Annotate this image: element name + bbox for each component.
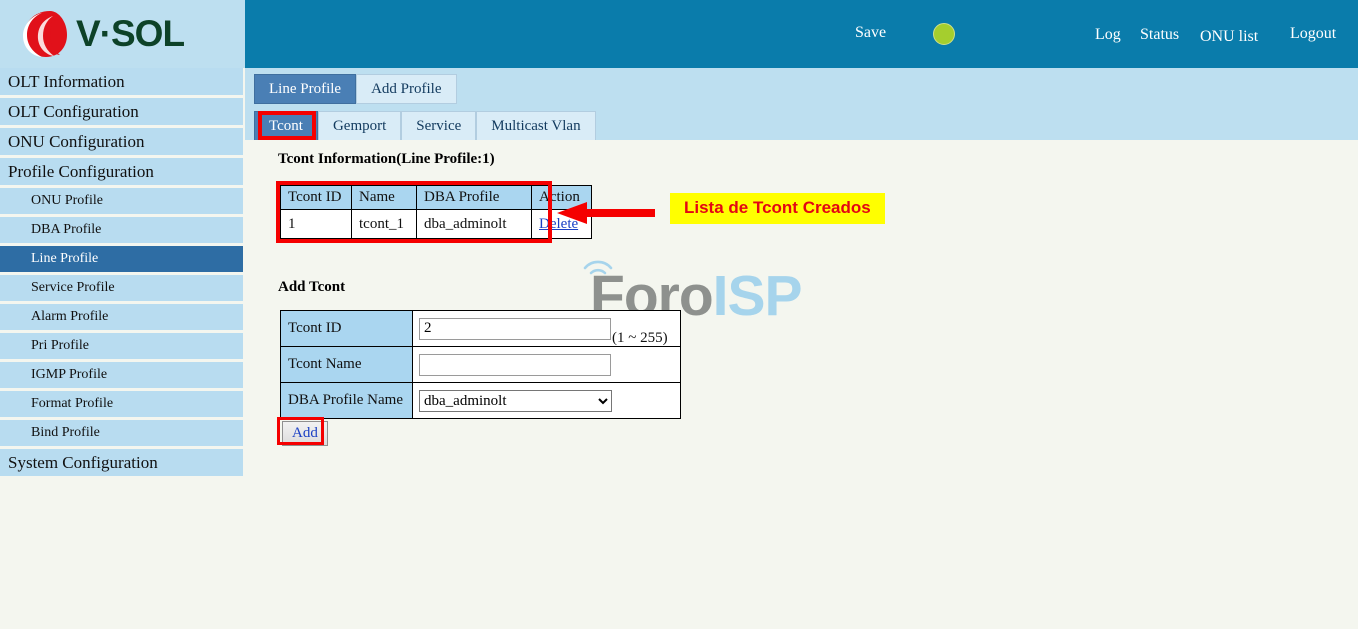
table-row: 1 tcont_1 dba_adminolt Delete: [280, 209, 592, 239]
cell-tcont-id: 1: [280, 209, 352, 239]
annotation-label: Lista de Tcont Creados: [670, 193, 885, 224]
sidebar-item-olt-configuration[interactable]: OLT Configuration: [0, 98, 243, 125]
top-navigation-bar: Save Log Status ONU list Logout: [245, 0, 1358, 68]
sidebar-item-olt-information[interactable]: OLT Information: [0, 68, 243, 95]
secondary-tabs: Tcont Gemport Service Multicast Vlan: [254, 111, 596, 141]
sidebar-item-alarm-profile[interactable]: Alarm Profile: [0, 304, 243, 330]
form-row-dba-profile: DBA Profile Name dba_adminolt: [280, 382, 681, 419]
col-dba-profile: DBA Profile: [416, 185, 532, 210]
logout-link[interactable]: Logout: [1290, 25, 1336, 43]
col-tcont-id: Tcont ID: [280, 185, 352, 210]
sidebar-item-igmp-profile[interactable]: IGMP Profile: [0, 362, 243, 388]
main-content: Tcont Information(Line Profile:1) Tcont …: [245, 140, 1358, 629]
application-window: V·SOL Save Log Status ONU list Logout OL…: [0, 0, 1358, 629]
label-tcont-name: Tcont Name: [280, 346, 413, 383]
sidebar-item-line-profile[interactable]: Line Profile: [0, 246, 243, 272]
form-row-tcont-name: Tcont Name: [280, 346, 681, 383]
save-link[interactable]: Save: [855, 24, 886, 42]
cell-name: tcont_1: [351, 209, 417, 239]
sidebar-item-dba-profile[interactable]: DBA Profile: [0, 217, 243, 243]
sidebar-item-service-profile[interactable]: Service Profile: [0, 275, 243, 301]
field-dba-profile-cell: dba_adminolt: [412, 382, 681, 419]
dba-profile-select[interactable]: dba_adminolt: [419, 389, 612, 412]
tab-service[interactable]: Service: [401, 111, 477, 141]
tab-line-profile[interactable]: Line Profile: [254, 74, 357, 104]
status-link[interactable]: Status: [1140, 26, 1179, 44]
tab-tcont[interactable]: Tcont: [254, 111, 318, 141]
sidebar-item-format-profile[interactable]: Format Profile: [0, 391, 243, 417]
logo-bar: V·SOL: [0, 0, 245, 68]
col-name: Name: [351, 185, 417, 210]
sidebar-item-bind-profile[interactable]: Bind Profile: [0, 420, 243, 446]
sidebar-navigation: OLT Information OLT Configuration ONU Conf…: [0, 68, 243, 629]
label-tcont-id: Tcont ID: [280, 310, 413, 347]
label-dba-profile-name: DBA Profile Name: [280, 382, 413, 419]
tab-gemport[interactable]: Gemport: [317, 111, 402, 141]
sidebar-item-onu-profile[interactable]: ONU Profile: [0, 188, 243, 214]
add-button[interactable]: Add: [282, 421, 328, 446]
primary-tabs: Line Profile Add Profile: [254, 74, 457, 104]
vsol-swirl-icon: [20, 8, 70, 60]
tcont-id-range-hint: (1 ~ 255): [612, 330, 668, 346]
foroisp-antenna-icon: [578, 252, 618, 278]
sidebar-item-system-configuration[interactable]: System Configuration: [0, 449, 243, 476]
sidebar-item-onu-configuration[interactable]: ONU Configuration: [0, 128, 243, 155]
brand-name: V·SOL: [76, 13, 185, 54]
log-link[interactable]: Log: [1095, 26, 1121, 44]
add-tcont-title: Add Tcont: [278, 279, 346, 295]
tcont-name-input[interactable]: [419, 353, 611, 376]
tcont-information-table: Tcont ID Name DBA Profile Action 1 tcont…: [280, 185, 592, 239]
watermark-part-isp: ISP: [712, 264, 803, 328]
add-tcont-form-table: Tcont ID Tcont Name DBA Profile Name dba…: [280, 310, 681, 419]
tab-multicast-vlan[interactable]: Multicast Vlan: [476, 111, 596, 141]
tcont-id-input[interactable]: [419, 317, 611, 340]
cell-dba-profile: dba_adminolt: [416, 209, 532, 239]
table-header-row: Tcont ID Name DBA Profile Action: [280, 185, 592, 210]
sidebar-item-profile-configuration[interactable]: Profile Configuration: [0, 158, 243, 185]
onu-list-link[interactable]: ONU list: [1200, 28, 1258, 46]
brand-logo[interactable]: V·SOL: [20, 8, 185, 60]
tab-add-profile[interactable]: Add Profile: [356, 74, 457, 104]
green-status-dot-icon: [933, 23, 955, 45]
tcont-information-title: Tcont Information(Line Profile:1): [278, 151, 495, 167]
sidebar-item-pri-profile[interactable]: Pri Profile: [0, 333, 243, 359]
tab-bar-region: Line Profile Add Profile Tcont Gemport Serv…: [245, 68, 1358, 141]
field-tcont-name-cell: [412, 346, 681, 383]
annotation-arrow-icon: [557, 202, 657, 224]
